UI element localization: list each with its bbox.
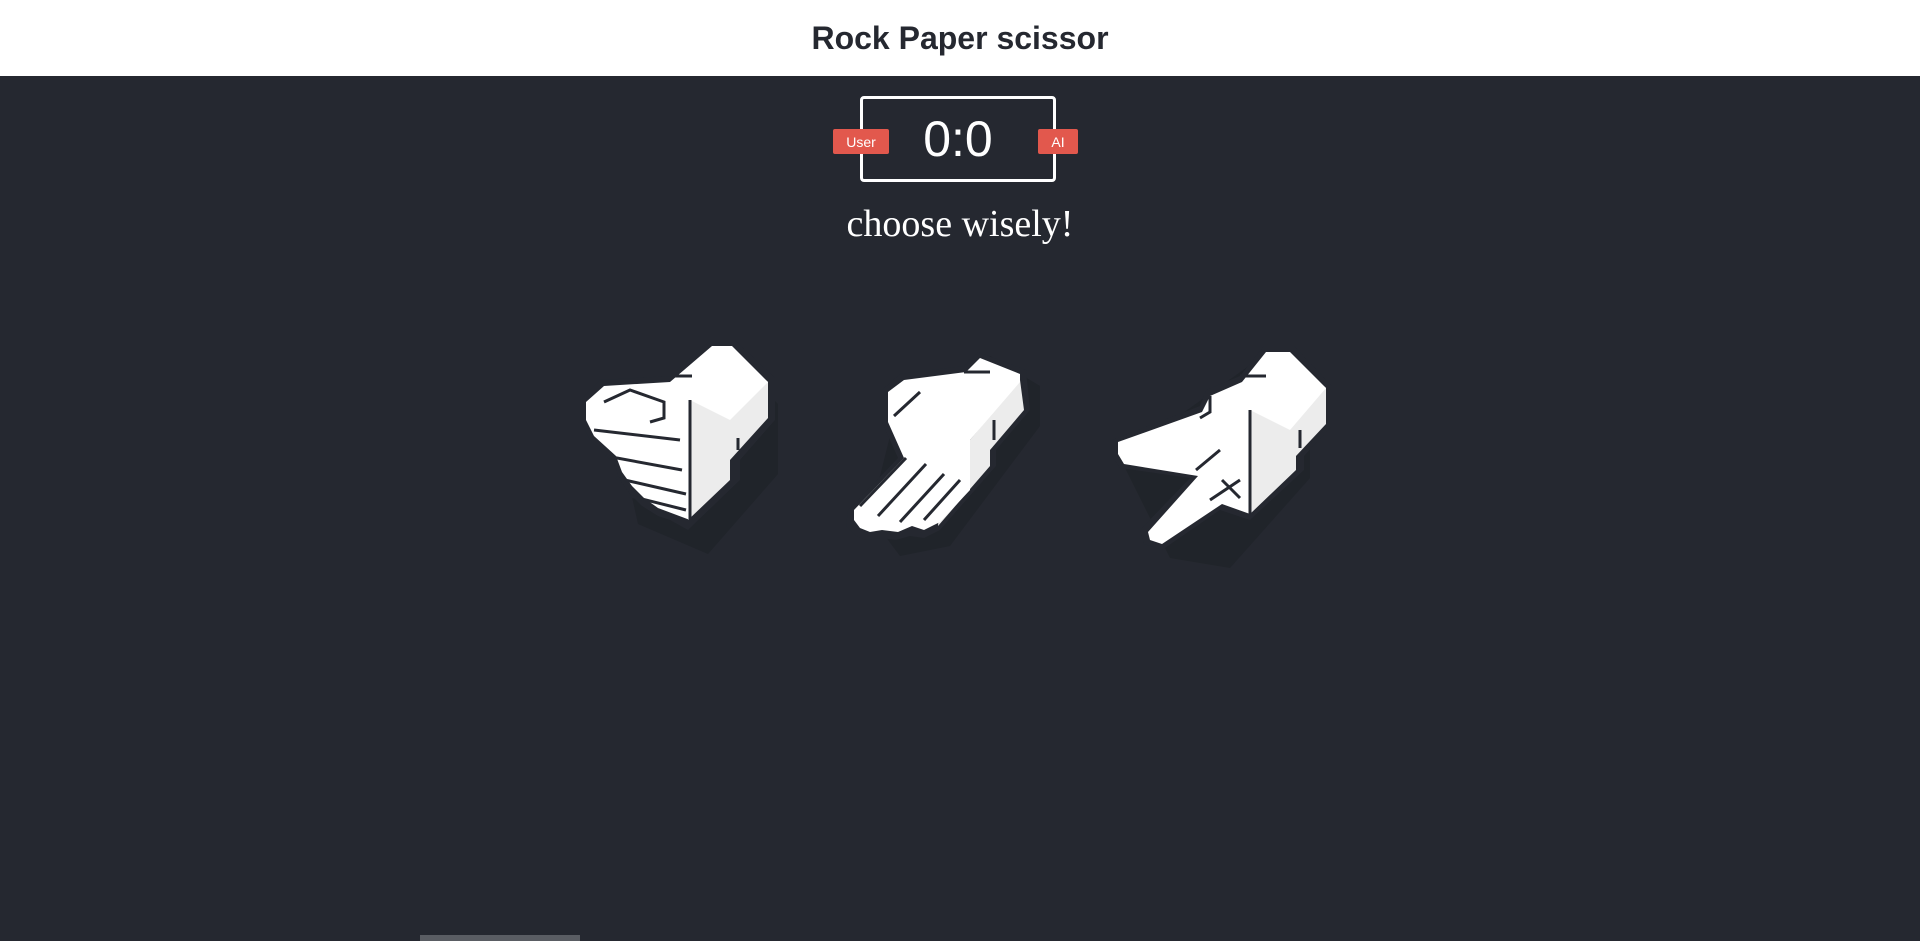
scissors-hand-icon (1112, 346, 1332, 568)
rock-choice-button[interactable] (570, 330, 810, 580)
paper-hand-icon (846, 352, 1040, 556)
user-badge: User (833, 129, 889, 154)
ai-badge: AI (1038, 129, 1078, 154)
horizontal-scrollbar[interactable] (420, 935, 580, 941)
status-message: choose wisely! (846, 203, 1074, 245)
score-display: 0:0 (923, 111, 993, 167)
paper-choice-button[interactable] (820, 330, 1060, 580)
page-title: Rock Paper scissor (811, 19, 1109, 56)
choices (570, 330, 1350, 580)
scissors-choice-button[interactable] (1100, 330, 1340, 580)
score-board: 0:0 (860, 96, 1056, 182)
rock-hand-icon (580, 340, 778, 554)
header: Rock Paper scissor (0, 0, 1920, 76)
